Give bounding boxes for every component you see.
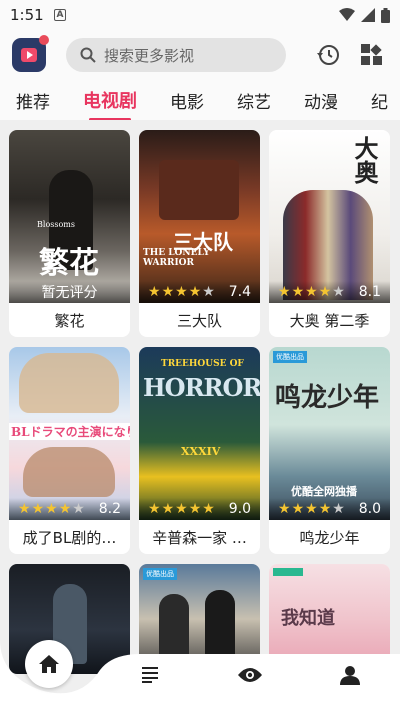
rating-bar: 暂无评分 — [9, 281, 130, 303]
rating-bar: ★ ★ ★ ★ ★ 8.1 — [269, 281, 390, 303]
search-placeholder: 搜索更多影视 — [104, 46, 195, 65]
no-rating-text: 暂无评分 — [41, 285, 98, 301]
poster-tagline: 优酷全网独播 — [291, 485, 357, 498]
media-card[interactable]: Blossoms 繁花 暂无评分 繁花 — [9, 130, 130, 337]
poster[interactable]: 大奥 ★ ★ ★ ★ ★ 8.1 — [269, 130, 390, 303]
history-icon[interactable] — [316, 43, 340, 67]
user-icon — [340, 666, 360, 685]
media-card[interactable]: 大奥 ★ ★ ★ ★ ★ 8.1 大奥 第二季 — [269, 130, 390, 337]
tab-variety[interactable]: 综艺 — [237, 88, 271, 113]
star-rating: ★ ★ ★ ★ ★ — [148, 501, 215, 517]
eye-icon — [238, 668, 262, 682]
poster-title: 大奥 — [350, 136, 379, 184]
poster-title: 三大队 — [173, 230, 233, 254]
signal-icon — [361, 8, 375, 22]
tab-tv-series[interactable]: 电视剧 — [83, 87, 137, 120]
card-title: 大奥 第二季 — [289, 311, 370, 330]
rating-bar: ★ ★ ★ ★ ★ 8.2 — [9, 498, 130, 520]
card-title: 成了BL剧的… — [22, 528, 117, 547]
status-bar: 1:51 A — [0, 0, 400, 30]
poster-title: 鸣龙少年 — [275, 383, 380, 413]
status-icons — [339, 7, 390, 23]
play-icon — [21, 48, 37, 62]
rating-bar: ★ ★ ★ ★ ★ 7.4 — [139, 281, 260, 303]
rating-score: 8.1 — [358, 284, 381, 300]
battery-icon — [381, 7, 390, 23]
nav-list-button[interactable] — [138, 663, 162, 687]
tab-movies[interactable]: 电影 — [170, 88, 204, 113]
card-title: 鸣龙少年 — [299, 528, 360, 547]
card-title: 三大队 — [176, 311, 222, 330]
status-time: 1:51 — [10, 6, 44, 24]
poster-badge: 优酷出品 — [143, 568, 177, 580]
media-card[interactable]: THE LONELY WARRIOR 三大队 ★ ★ ★ ★ ★ 7.4 三大队 — [139, 130, 260, 337]
star-rating: ★ ★ ★ ★ ★ — [278, 284, 345, 300]
star-rating: ★ ★ ★ ★ ★ — [18, 501, 85, 517]
media-card[interactable]: 优酷出品 鸣龙少年 优酷全网独播 ★ ★ ★ ★ ★ 8.0 鸣龙少年 — [269, 347, 390, 554]
nav-home-button[interactable] — [25, 640, 73, 688]
poster-title: 我知道 — [281, 608, 335, 629]
category-tabs: 推荐 电视剧 电影 综艺 动漫 纪 — [0, 80, 400, 120]
poster-subtitle: TREEHOUSE OF — [161, 359, 244, 369]
card-title: 繁花 — [54, 311, 85, 330]
card-title: 辛普森一家 … — [152, 528, 247, 547]
app-header: 搜索更多影视 — [0, 30, 400, 80]
poster[interactable]: BLドラマの主演になりました ★★★★★ 8.2 — [9, 347, 130, 520]
content-grid: Blossoms 繁花 暂无评分 繁花 THE LONELY WARRIOR 三… — [9, 130, 391, 674]
rating-bar: ★ ★ ★ ★ ★ 9.0 — [139, 498, 260, 520]
apps-icon[interactable] — [360, 43, 384, 67]
nav-profile-button[interactable] — [338, 663, 362, 687]
list-icon — [142, 667, 158, 683]
poster-title: BLドラマの主演になりました — [9, 423, 130, 440]
wifi-icon — [339, 8, 355, 21]
poster[interactable]: THE LONELY WARRIOR 三大队 ★ ★ ★ ★ ★ 7.4 — [139, 130, 260, 303]
poster-title: HORROR — [143, 373, 260, 402]
logo-notification-dot — [39, 35, 49, 45]
poster-episode: XXXIV — [181, 445, 221, 458]
app-logo[interactable] — [12, 35, 49, 72]
poster-subtitle: Blossoms — [37, 220, 75, 229]
media-card[interactable]: BLドラマの主演になりました ★★★★★ 8.2 成了BL剧的… — [9, 347, 130, 554]
rating-score: 7.4 — [228, 284, 251, 300]
star-rating: ★ ★ ★ ★ ★ — [278, 501, 345, 517]
media-card[interactable]: TREEHOUSE OF HORROR XXXIV ★ ★ ★ ★ ★ 9.0 辛普森一… — [139, 347, 260, 554]
notification-badge: A — [54, 9, 66, 21]
poster-badge: 优酷出品 — [273, 351, 307, 363]
poster-title: 繁花 — [39, 246, 99, 281]
poster[interactable]: TREEHOUSE OF HORROR XXXIV ★ ★ ★ ★ ★ 9.0 — [139, 347, 260, 520]
search-input[interactable]: 搜索更多影视 — [66, 38, 286, 72]
home-icon — [39, 655, 59, 673]
rating-score: 8.2 — [98, 501, 121, 517]
rating-score: 8.0 — [358, 501, 381, 517]
poster[interactable]: Blossoms 繁花 暂无评分 — [9, 130, 130, 303]
tab-documentary[interactable]: 纪 — [371, 88, 388, 113]
search-icon — [80, 47, 96, 63]
nav-watch-button[interactable] — [238, 663, 262, 687]
star-rating: ★ ★ ★ ★ ★ — [148, 284, 215, 300]
poster[interactable]: 优酷出品 鸣龙少年 优酷全网独播 ★ ★ ★ ★ ★ 8.0 — [269, 347, 390, 520]
tab-anime[interactable]: 动漫 — [304, 88, 338, 113]
rating-bar: ★ ★ ★ ★ ★ 8.0 — [269, 498, 390, 520]
rating-score: 9.0 — [228, 501, 251, 517]
tab-recommend[interactable]: 推荐 — [16, 88, 50, 113]
